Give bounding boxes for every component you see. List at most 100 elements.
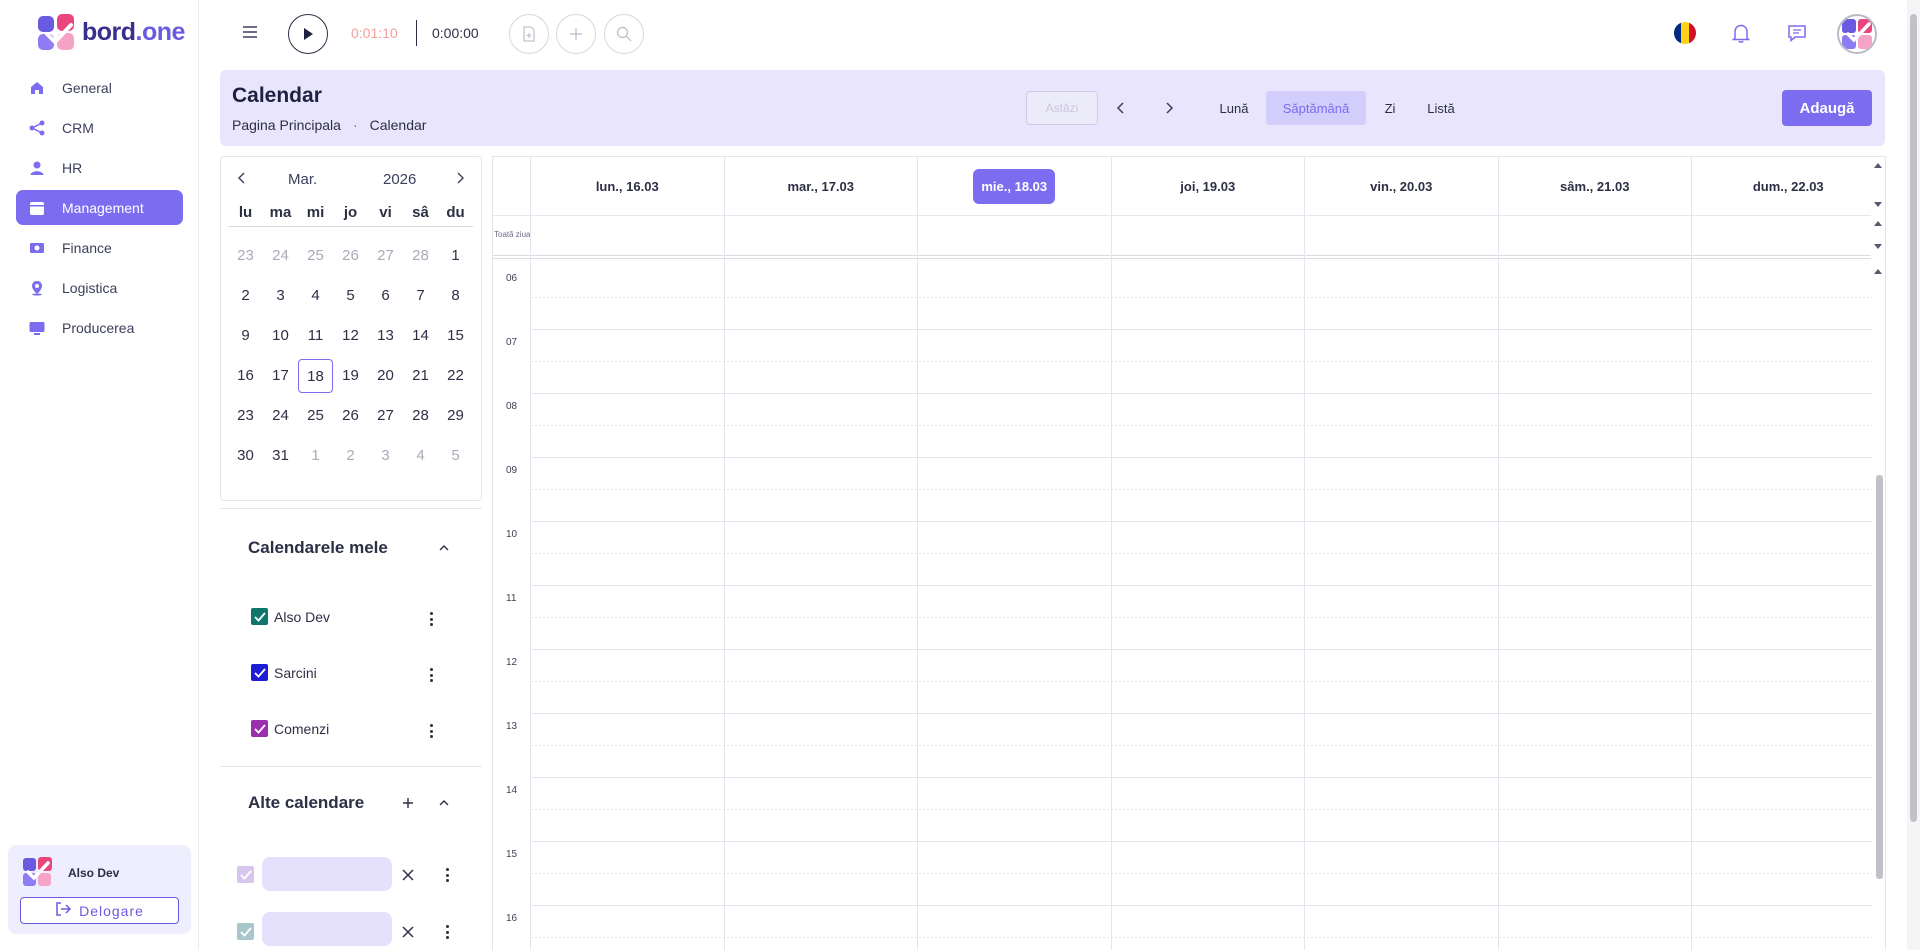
mini-cal-day[interactable]: 28 bbox=[403, 239, 438, 273]
day-header[interactable]: lun., 16.03 bbox=[531, 157, 725, 215]
remove-calendar-icon[interactable] bbox=[400, 867, 416, 883]
mini-cal-prev-button[interactable] bbox=[233, 169, 251, 187]
day-header[interactable]: mar., 17.03 bbox=[725, 157, 918, 215]
sidebar-item-general[interactable]: General bbox=[16, 70, 183, 105]
allday-scroll-up-icon[interactable] bbox=[1873, 219, 1883, 227]
day-header[interactable]: dum., 22.03 bbox=[1692, 157, 1886, 215]
calendar-checkbox[interactable] bbox=[251, 608, 268, 625]
mini-cal-day[interactable]: 30 bbox=[228, 439, 263, 473]
day-header[interactable]: joi, 19.03 bbox=[1112, 157, 1305, 215]
add-entry-button[interactable] bbox=[556, 14, 596, 54]
mini-cal-day[interactable]: 7 bbox=[403, 279, 438, 313]
add-other-calendar-button[interactable] bbox=[400, 795, 416, 811]
mini-cal-day[interactable]: 23 bbox=[228, 239, 263, 273]
mini-cal-month[interactable]: Mar. bbox=[288, 171, 317, 188]
search-button[interactable] bbox=[604, 14, 644, 54]
mini-cal-day[interactable]: 2 bbox=[228, 279, 263, 313]
timer-play-button[interactable] bbox=[288, 14, 328, 54]
mini-cal-day[interactable]: 24 bbox=[263, 399, 298, 433]
mini-cal-day[interactable]: 19 bbox=[333, 359, 368, 393]
mini-cal-day[interactable]: 14 bbox=[403, 319, 438, 353]
mini-cal-day[interactable]: 5 bbox=[438, 439, 473, 473]
mini-cal-day[interactable]: 2 bbox=[333, 439, 368, 473]
breadcrumb-home[interactable]: Pagina Principala bbox=[232, 117, 341, 133]
remove-calendar-icon[interactable] bbox=[400, 924, 416, 940]
mini-cal-day[interactable]: 8 bbox=[438, 279, 473, 313]
other-calendars-collapse-button[interactable] bbox=[436, 795, 452, 811]
mini-cal-day[interactable]: 27 bbox=[368, 239, 403, 273]
time-scroll-up-icon[interactable] bbox=[1873, 267, 1883, 275]
other-calendar-input[interactable] bbox=[262, 857, 392, 891]
mini-cal-day[interactable]: 21 bbox=[403, 359, 438, 393]
mini-cal-day[interactable]: 24 bbox=[263, 239, 298, 273]
logout-button[interactable]: Delogare bbox=[20, 897, 179, 924]
sidebar-item-crm[interactable]: CRM bbox=[16, 110, 183, 145]
mini-cal-day[interactable]: 6 bbox=[368, 279, 403, 313]
notifications-bell-icon[interactable] bbox=[1728, 20, 1754, 46]
mini-cal-day[interactable]: 18 bbox=[298, 359, 333, 393]
mini-cal-day[interactable]: 9 bbox=[228, 319, 263, 353]
mini-cal-day[interactable]: 26 bbox=[333, 239, 368, 273]
prev-week-button[interactable] bbox=[1110, 97, 1132, 119]
calendar-options-icon[interactable] bbox=[425, 723, 437, 739]
mini-cal-day[interactable]: 1 bbox=[298, 439, 333, 473]
mini-cal-day[interactable]: 16 bbox=[228, 359, 263, 393]
other-calendar-checkbox[interactable] bbox=[237, 866, 254, 883]
page-scrollbar-thumb[interactable] bbox=[1910, 14, 1917, 822]
calendar-options-icon[interactable] bbox=[425, 667, 437, 683]
calendar-checkbox[interactable] bbox=[251, 664, 268, 681]
mini-cal-day[interactable]: 12 bbox=[333, 319, 368, 353]
allday-scroll-down-icon[interactable] bbox=[1873, 243, 1883, 251]
mini-cal-day[interactable]: 22 bbox=[438, 359, 473, 393]
sidebar-item-finance[interactable]: Finance bbox=[16, 230, 183, 265]
sidebar-item-management[interactable]: Management bbox=[16, 190, 183, 225]
mini-cal-next-button[interactable] bbox=[451, 169, 469, 187]
mini-cal-day[interactable]: 5 bbox=[333, 279, 368, 313]
mini-cal-day[interactable]: 10 bbox=[263, 319, 298, 353]
calendar-options-icon[interactable] bbox=[441, 924, 453, 940]
mini-cal-day[interactable]: 27 bbox=[368, 399, 403, 433]
mini-cal-day[interactable]: 3 bbox=[368, 439, 403, 473]
my-calendars-collapse-button[interactable] bbox=[436, 540, 452, 556]
mini-cal-day[interactable]: 25 bbox=[298, 239, 333, 273]
mini-cal-day[interactable]: 29 bbox=[438, 399, 473, 433]
all-day-row[interactable]: Toată ziua bbox=[493, 215, 1871, 259]
mini-cal-day[interactable]: 3 bbox=[263, 279, 298, 313]
mini-cal-day[interactable]: 11 bbox=[298, 319, 333, 353]
calendar-options-icon[interactable] bbox=[441, 867, 453, 883]
mini-cal-year[interactable]: 2026 bbox=[383, 171, 416, 188]
day-header[interactable]: sâm., 21.03 bbox=[1499, 157, 1692, 215]
page-scrollbar[interactable] bbox=[1907, 0, 1920, 950]
menu-toggle-icon[interactable] bbox=[240, 22, 260, 42]
messages-icon[interactable] bbox=[1784, 20, 1810, 46]
mini-cal-day[interactable]: 25 bbox=[298, 399, 333, 433]
day-header[interactable]: mie., 18.03 bbox=[918, 157, 1112, 215]
mini-cal-day[interactable]: 1 bbox=[438, 239, 473, 273]
sidebar-item-logistica[interactable]: Logistica bbox=[16, 270, 183, 305]
mini-cal-day[interactable]: 26 bbox=[333, 399, 368, 433]
other-calendar-checkbox[interactable] bbox=[237, 923, 254, 940]
new-document-button[interactable] bbox=[509, 14, 549, 54]
time-grid-scrollbar[interactable] bbox=[1876, 475, 1883, 879]
header-scroll-down-icon[interactable] bbox=[1873, 201, 1883, 209]
view-month-button[interactable]: Lună bbox=[1210, 91, 1258, 125]
day-header[interactable]: vin., 20.03 bbox=[1305, 157, 1499, 215]
view-week-button[interactable]: Săptămână bbox=[1266, 91, 1366, 125]
mini-cal-day[interactable]: 4 bbox=[298, 279, 333, 313]
other-calendar-input[interactable] bbox=[262, 912, 392, 946]
view-list-button[interactable]: Listă bbox=[1416, 91, 1466, 125]
sidebar-item-producerea[interactable]: Producerea bbox=[16, 310, 183, 345]
sidebar-item-hr[interactable]: HR bbox=[16, 150, 183, 185]
mini-cal-day[interactable]: 17 bbox=[263, 359, 298, 393]
mini-cal-day[interactable]: 31 bbox=[263, 439, 298, 473]
calendar-options-icon[interactable] bbox=[425, 611, 437, 627]
mini-cal-day[interactable]: 13 bbox=[368, 319, 403, 353]
profile-avatar[interactable] bbox=[1837, 14, 1877, 54]
mini-cal-day[interactable]: 28 bbox=[403, 399, 438, 433]
brand-logo[interactable]: bord.one bbox=[38, 14, 185, 50]
next-week-button[interactable] bbox=[1158, 97, 1180, 119]
header-scroll-up-icon[interactable] bbox=[1873, 161, 1883, 169]
add-event-button[interactable]: Adaugă bbox=[1782, 90, 1872, 126]
mini-cal-day[interactable]: 20 bbox=[368, 359, 403, 393]
mini-cal-day[interactable]: 23 bbox=[228, 399, 263, 433]
